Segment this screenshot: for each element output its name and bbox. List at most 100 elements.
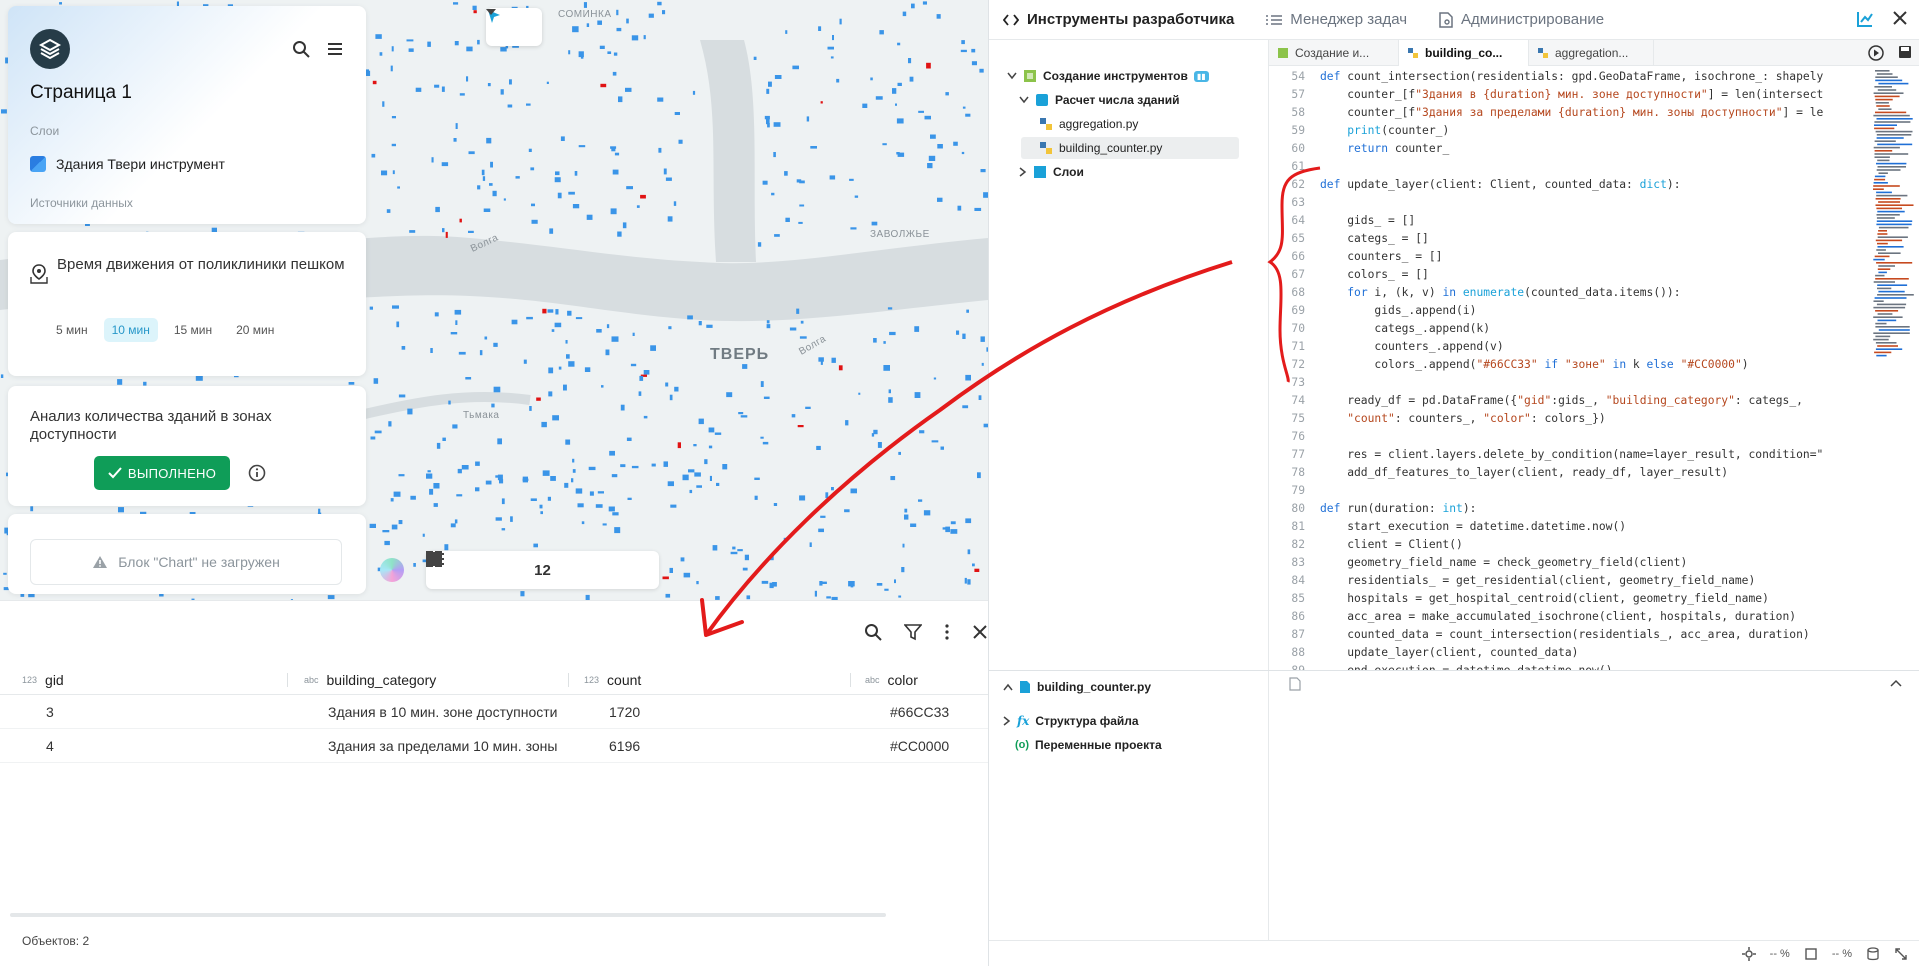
filter-icon[interactable]: [904, 623, 922, 641]
tree-item-layers[interactable]: Слои: [1019, 161, 1084, 183]
building-shape: [616, 9, 619, 16]
cursor-mode-button[interactable]: [486, 8, 542, 46]
code-line[interactable]: 68 for i, (k, v) in enumerate(counted_da…: [1269, 284, 1865, 302]
code-line[interactable]: 64 gids_ = []: [1269, 212, 1865, 230]
table-search-icon[interactable]: [864, 623, 882, 641]
close-icon[interactable]: [972, 624, 988, 640]
table-row[interactable]: 4 Здания за пределами 10 мин. зоны дос 6…: [0, 729, 988, 763]
code-line[interactable]: 65 categs_ = []: [1269, 230, 1865, 248]
column-gid[interactable]: 123 gid: [22, 672, 64, 688]
info-icon[interactable]: [248, 464, 266, 482]
code-line[interactable]: 83 geometry_field_name = check_geometry_…: [1269, 554, 1865, 572]
gear-icon[interactable]: [1741, 946, 1756, 961]
column-building-category[interactable]: abc building_category: [304, 672, 436, 688]
tree-item-folder[interactable]: Расчет числа зданий: [1019, 89, 1179, 111]
code-line[interactable]: 76: [1269, 428, 1865, 446]
bottom-file-header[interactable]: building_counter.py: [1003, 676, 1151, 698]
code-minimap[interactable]: [1871, 70, 1916, 370]
tab-administration[interactable]: Администрирование: [1439, 11, 1604, 28]
building-shape: [785, 217, 790, 222]
table-horizontal-scrollbar[interactable]: [10, 913, 886, 917]
code-line[interactable]: 59 print(counter_): [1269, 122, 1865, 140]
chevron-up-icon[interactable]: [1890, 679, 1902, 687]
column-count[interactable]: 123 count: [584, 672, 641, 688]
done-button[interactable]: ВЫПОЛНЕНО: [94, 456, 230, 490]
code-line[interactable]: 67 colors_ = []: [1269, 266, 1865, 284]
building-shape: [682, 474, 689, 481]
code-line[interactable]: 57 counter_[f"Здания в {duration} мин. з…: [1269, 86, 1865, 104]
code-line[interactable]: 86 acc_area = make_accumulated_isochrone…: [1269, 608, 1865, 626]
building-shape: [650, 345, 656, 351]
building-shape: [862, 103, 868, 108]
close-icon[interactable]: [1892, 10, 1908, 26]
code-line[interactable]: 79: [1269, 482, 1865, 500]
project-variables-item[interactable]: (o) Переменные проекта: [1015, 734, 1162, 756]
menu-icon[interactable]: [326, 40, 344, 58]
editor-tab-create[interactable]: Создание и...: [1269, 40, 1399, 66]
table-row[interactable]: 3 Здания в 10 мин. зоне доступности 1720…: [0, 695, 988, 729]
code-line[interactable]: 71 counters_.append(v): [1269, 338, 1865, 356]
code-line[interactable]: 72 colors_.append("#66CC33" if "зоне" in…: [1269, 356, 1865, 374]
building-shape: [957, 205, 962, 211]
code-line[interactable]: 63: [1269, 194, 1865, 212]
code-line[interactable]: 84 residentials_ = get_residential(clien…: [1269, 572, 1865, 590]
tree-item-root[interactable]: Создание инструментов ▮▮: [1007, 65, 1209, 87]
list-icon[interactable]: [426, 551, 444, 567]
minimap-line: [1876, 217, 1895, 219]
more-icon[interactable]: [944, 623, 950, 641]
editor-tab-aggregation[interactable]: aggregation...: [1529, 40, 1654, 66]
code-line[interactable]: 62 def update_layer(client: Client, count…: [1269, 176, 1865, 194]
building-shape: [578, 51, 584, 58]
tab-task-manager[interactable]: Менеджер задач: [1266, 11, 1407, 28]
chip-5-min[interactable]: 5 мин: [48, 318, 96, 342]
code-line[interactable]: 75 "count": counters_, "color": colors_}…: [1269, 410, 1865, 428]
building-shape: [586, 214, 593, 220]
sources-label[interactable]: Источники данных: [30, 196, 133, 210]
code-line[interactable]: 77 res = client.layers.delete_by_conditi…: [1269, 446, 1865, 464]
code-line[interactable]: 88 update_layer(client, counted_data): [1269, 644, 1865, 662]
building-shape: [797, 425, 804, 428]
chip-10-min[interactable]: 10 мин: [103, 318, 158, 342]
chart-icon[interactable]: [1856, 10, 1874, 28]
code-line[interactable]: 69 gids_.append(i): [1269, 302, 1865, 320]
tree-item-aggregation[interactable]: aggregation.py: [1039, 113, 1219, 135]
code-line[interactable]: 54 def count_intersection(residentials: g…: [1269, 68, 1865, 86]
minimap-line: [1877, 242, 1888, 245]
building-shape: [663, 168, 667, 175]
code-line[interactable]: 60 return counter_: [1269, 140, 1865, 158]
column-color[interactable]: abc color: [865, 672, 918, 688]
minimap-line: [1878, 201, 1900, 203]
resize-icon[interactable]: [1894, 947, 1908, 961]
code-line[interactable]: 58 counter_[f"Здания за пределами {durat…: [1269, 104, 1865, 122]
code-line[interactable]: 73: [1269, 374, 1865, 392]
code-editor[interactable]: 54 def count_intersection(residentials: g…: [1269, 66, 1865, 670]
code-line[interactable]: 78 add_df_features_to_layer(client, read…: [1269, 464, 1865, 482]
code-line[interactable]: 89 end_execution = datetime.datetime.now…: [1269, 662, 1865, 670]
file-structure-item[interactable]: fx Структура файла: [1003, 710, 1139, 732]
editor-tab-building-counter[interactable]: building_co...: [1399, 40, 1529, 66]
code-line[interactable]: 85 hospitals = get_hospital_centroid(cli…: [1269, 590, 1865, 608]
search-icon[interactable]: [292, 40, 310, 58]
chip-20-min[interactable]: 20 мин: [228, 318, 282, 342]
code-line[interactable]: 61: [1269, 158, 1865, 176]
line-number: 74: [1291, 394, 1305, 407]
layer-item[interactable]: Здания Твери инструмент: [30, 156, 225, 172]
code-line[interactable]: 70 categs_.append(k): [1269, 320, 1865, 338]
basemap-ball-icon[interactable]: [380, 558, 404, 582]
code-line[interactable]: 81 start_execution = datetime.datetime.n…: [1269, 518, 1865, 536]
app-logo[interactable]: [30, 29, 70, 69]
building-shape: [369, 523, 376, 528]
tree-item-building-counter[interactable]: building_counter.py: [1021, 137, 1239, 159]
chip-15-min[interactable]: 15 мин: [166, 318, 220, 342]
tab-dev-tools[interactable]: Инструменты разработчика: [1003, 11, 1234, 28]
save-icon[interactable]: [1898, 45, 1912, 59]
minimap-line: [1874, 140, 1896, 142]
code-line[interactable]: 66 counters_ = []: [1269, 248, 1865, 266]
building-shape: [390, 65, 393, 72]
run-icon[interactable]: [1868, 45, 1884, 61]
code-line[interactable]: 74 ready_df = pd.DataFrame({"gid":gids_,…: [1269, 392, 1865, 410]
code-line[interactable]: 87 counted_data = count_intersection(res…: [1269, 626, 1865, 644]
minimap-line: [1878, 82, 1909, 85]
code-line[interactable]: 80 def run(duration: int):: [1269, 500, 1865, 518]
code-line[interactable]: 82 client = Client(): [1269, 536, 1865, 554]
